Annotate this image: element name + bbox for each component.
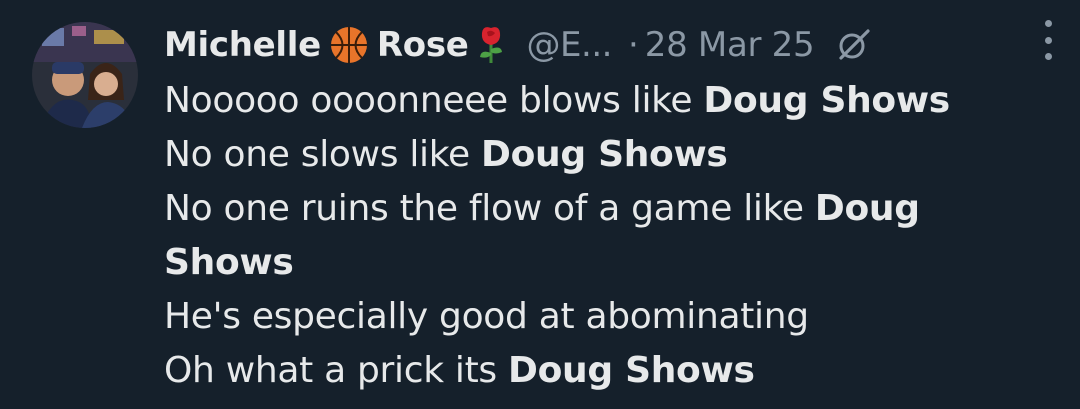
- tweet-date[interactable]: 28 Mar 25: [645, 25, 815, 65]
- author-first-name: Michelle: [164, 25, 321, 65]
- tweet-line: He's especially good at abominating: [164, 296, 809, 337]
- author-last-name: Rose: [376, 25, 469, 65]
- tweet-line: Nooooo oooonneee blows like Doug Shows: [164, 80, 950, 121]
- author-handle[interactable]: @E...: [527, 25, 613, 65]
- more-options-icon[interactable]: [1044, 20, 1052, 60]
- tweet-line: No one ruins the flow of a game like Dou…: [164, 188, 920, 283]
- avatar-photo: [32, 22, 138, 128]
- tweet-line: Oh what a prick its Doug Shows: [164, 350, 755, 391]
- tweet-header: Michelle Rose @E... · 28 Mar 25: [164, 14, 1060, 76]
- author-name[interactable]: Michelle Rose: [164, 25, 513, 65]
- grok-icon[interactable]: [836, 27, 872, 63]
- tweet-body: Nooooo oooonneee blows like Doug Shows N…: [164, 74, 1060, 398]
- tweet-content: Michelle Rose @E... · 28 Mar 25 Nooooo o…: [164, 14, 1060, 398]
- tweet-card[interactable]: Michelle Rose @E... · 28 Mar 25 Nooooo o…: [0, 0, 1080, 409]
- tweet-line: No one slows like Doug Shows: [164, 134, 728, 175]
- avatar[interactable]: [32, 22, 138, 128]
- separator-dot: ·: [627, 25, 639, 65]
- basketball-icon: [329, 25, 369, 65]
- rose-icon: [477, 25, 505, 65]
